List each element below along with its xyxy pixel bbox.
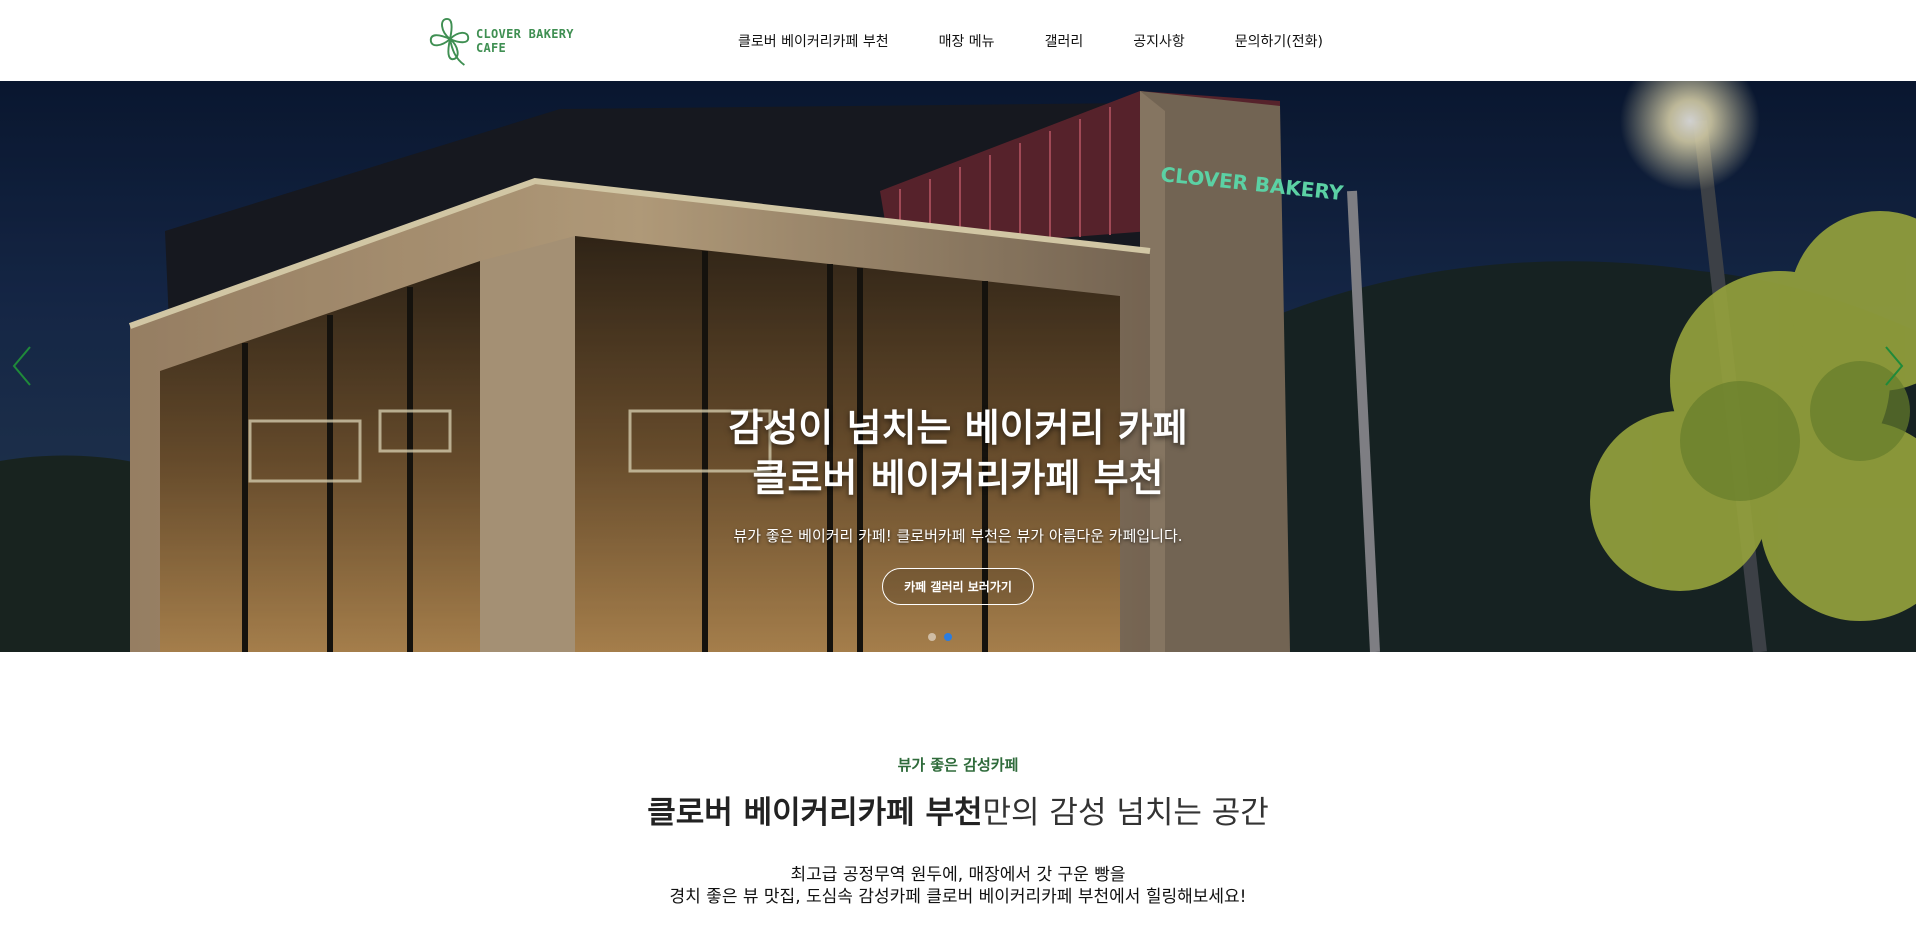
hero-title-line1: 감성이 넘치는 베이커리 카페: [728, 406, 1188, 450]
main-nav: 클로버 베이커리카페 부천 매장 메뉴 갤러리 공지사항 문의하기(전화): [738, 0, 1323, 81]
intro-desc-line2: 경치 좋은 뷰 맛집, 도심속 감성카페 클로버 베이커리카페 부천에서 힐링해…: [669, 887, 1247, 907]
site-logo[interactable]: CLOVER BAKERY CAFE: [426, 12, 606, 70]
nav-item-gallery[interactable]: 갤러리: [1045, 31, 1084, 51]
slider-pagination: [928, 633, 952, 641]
nav-item-contact[interactable]: 문의하기(전화): [1235, 31, 1323, 51]
hero-caption: 감성이 넘치는 베이커리 카페 클로버 베이커리카페 부천 뷰가 좋은 베이커리…: [0, 403, 1916, 605]
slide-dot-1[interactable]: [928, 633, 936, 641]
intro-section: 뷰가 좋은 감성카페 클로버 베이커리카페 부천만의 감성 넘치는 공간 최고급…: [0, 652, 1916, 944]
gallery-button[interactable]: 카페 갤러리 보러가기: [882, 568, 1034, 605]
hero-slider: CLOVER BAKERY 감성이 넘치는 베이커리 카페 클로버 베이커리카페…: [0, 81, 1916, 652]
hero-title: 감성이 넘치는 베이커리 카페 클로버 베이커리카페 부천: [0, 403, 1916, 503]
intro-title-light: 만의 감성 넘치는 공간: [982, 795, 1269, 831]
intro-tag: 뷰가 좋은 감성카페: [897, 756, 1019, 774]
nav-item-menu[interactable]: 매장 메뉴: [939, 31, 995, 51]
nav-item-notice[interactable]: 공지사항: [1133, 31, 1185, 51]
intro-description: 최고급 공정무역 원두에, 매장에서 갓 구운 빵을 경치 좋은 뷰 맛집, 도…: [0, 864, 1916, 908]
prev-slide-arrow-icon[interactable]: [8, 341, 38, 391]
intro-desc-line1: 최고급 공정무역 원두에, 매장에서 갓 구운 빵을: [790, 865, 1126, 885]
next-slide-arrow-icon[interactable]: [1878, 341, 1908, 391]
intro-title-strong: 클로버 베이커리카페 부천: [647, 795, 983, 831]
site-header: CLOVER BAKERY CAFE 클로버 베이커리카페 부천 매장 메뉴 갤…: [0, 0, 1916, 81]
slide-dot-2[interactable]: [944, 633, 952, 641]
hero-subtitle: 뷰가 좋은 베이커리 카페! 클로버카페 부천은 뷰가 아름다운 카페입니다.: [733, 527, 1183, 545]
intro-title: 클로버 베이커리카페 부천만의 감성 넘치는 공간: [0, 787, 1916, 832]
nav-item-home[interactable]: 클로버 베이커리카페 부천: [738, 31, 889, 51]
logo-text: CLOVER BAKERY CAFE: [475, 27, 574, 55]
hero-title-line2: 클로버 베이커리카페 부천: [752, 456, 1164, 500]
clover-logo-icon: [429, 17, 470, 66]
